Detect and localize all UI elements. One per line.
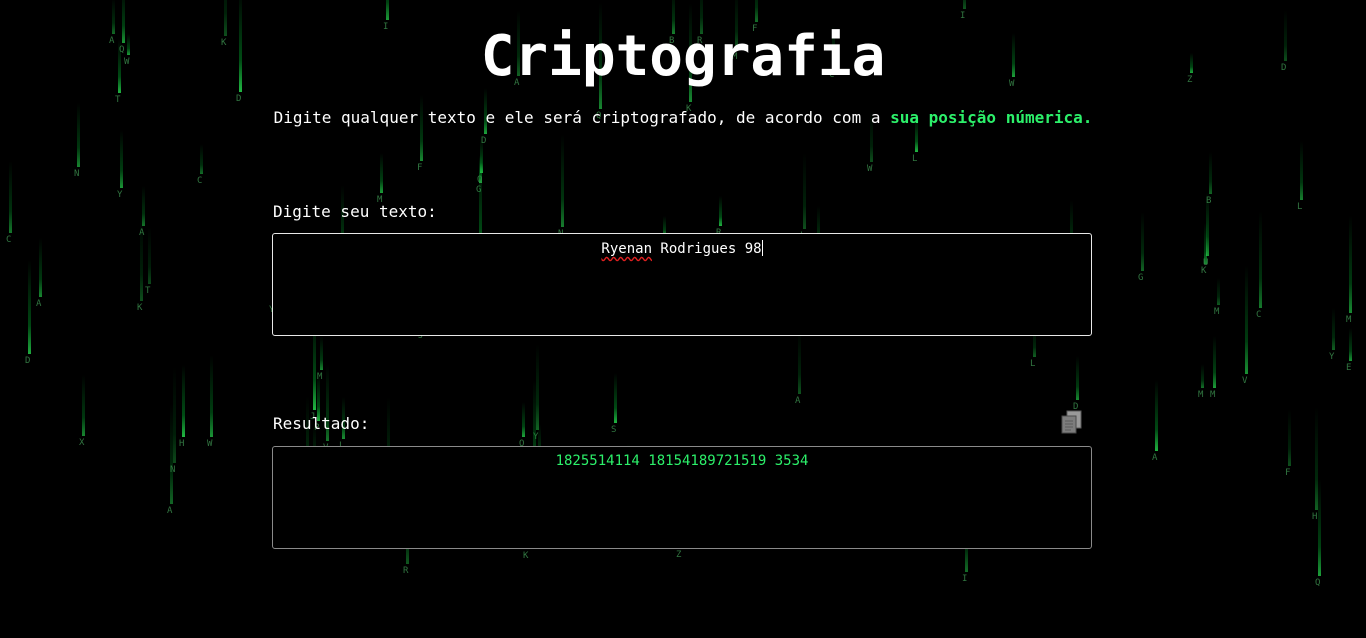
input-value: Ryenan Rodrigues 98 <box>601 241 761 257</box>
page-title: Criptografia <box>480 24 886 89</box>
result-value: 1825514114 18154189721519 3534 <box>555 453 809 469</box>
copy-icon <box>1061 410 1082 434</box>
result-label: Resultado: <box>273 414 370 433</box>
text-input-field[interactable]: Ryenan Rodrigues 98 <box>272 233 1092 336</box>
input-label: Digite seu texto: <box>273 202 437 221</box>
result-output-field[interactable]: 1825514114 18154189721519 3534 <box>272 446 1092 549</box>
page-content: Criptografia Digite qualquer texto e ele… <box>0 0 1366 638</box>
subtitle-text: Digite qualquer texto e ele será criptog… <box>273 108 891 127</box>
text-caret <box>761 240 763 256</box>
subtitle-highlight: sua posição númerica. <box>890 108 1093 127</box>
page-subtitle: Digite qualquer texto e ele será criptog… <box>0 108 1366 127</box>
input-value-word: Ryenan <box>601 241 652 257</box>
copy-button[interactable] <box>1058 408 1086 436</box>
input-value-rest: Rodrigues 98 <box>652 241 762 257</box>
